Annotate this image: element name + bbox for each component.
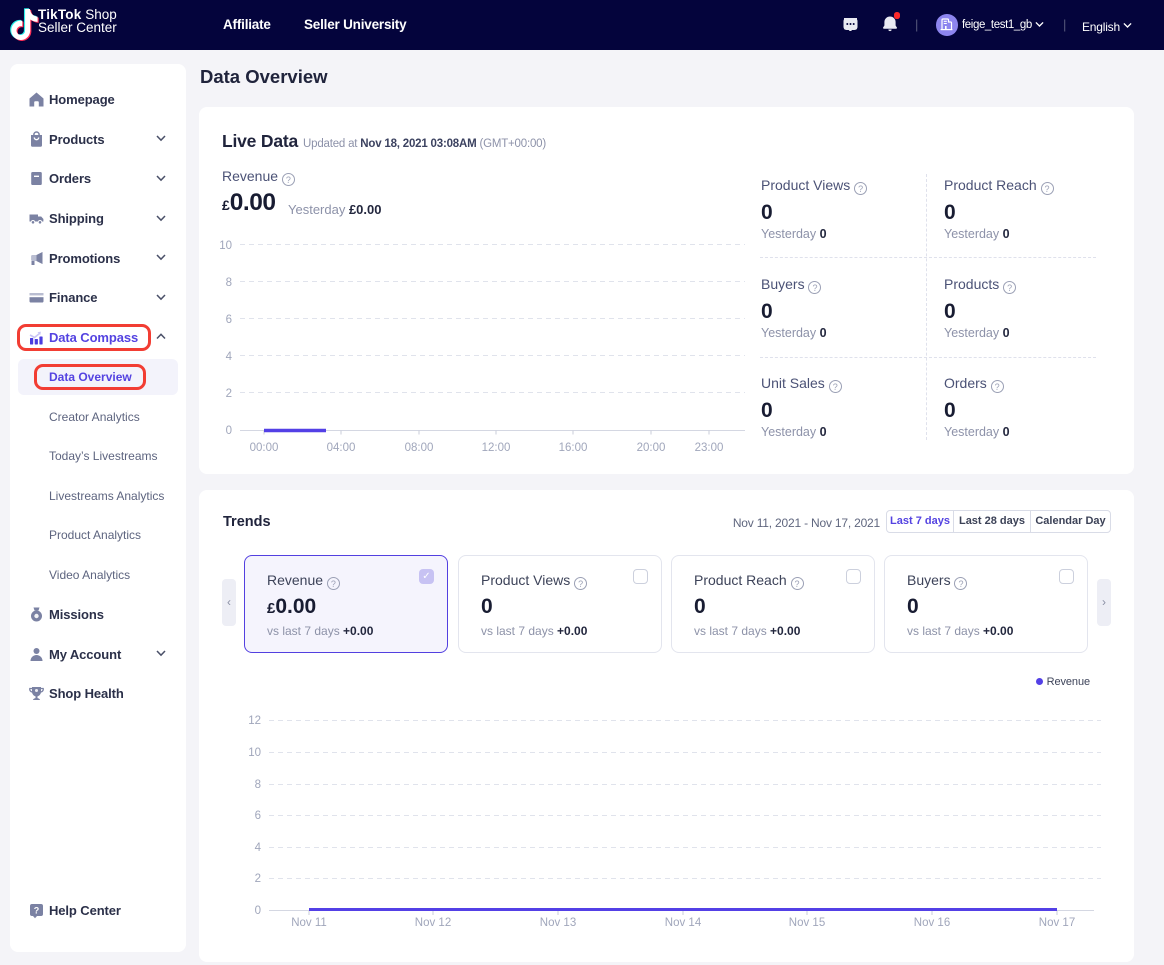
svg-text:12:00: 12:00: [482, 442, 511, 454]
svg-text:8: 8: [226, 277, 232, 289]
svg-text:?: ?: [33, 906, 39, 916]
svg-text:8: 8: [255, 779, 261, 791]
svg-text:Nov 11: Nov 11: [291, 917, 327, 929]
svg-text:Nov 16: Nov 16: [914, 917, 950, 929]
svg-text:10: 10: [248, 747, 261, 759]
svg-text:6: 6: [255, 810, 261, 822]
svg-text:2: 2: [226, 388, 232, 400]
svg-text:6: 6: [226, 314, 232, 326]
svg-text:Nov 13: Nov 13: [540, 917, 576, 929]
svg-text:4: 4: [255, 842, 262, 854]
svg-text:23:00: 23:00: [695, 442, 724, 454]
svg-text:12: 12: [248, 715, 261, 727]
svg-text:Nov 15: Nov 15: [789, 917, 825, 929]
svg-text:Nov 12: Nov 12: [415, 917, 451, 929]
svg-text:Nov 17: Nov 17: [1039, 917, 1075, 929]
svg-text:Nov 14: Nov 14: [665, 917, 702, 929]
svg-text:2: 2: [255, 873, 261, 885]
svg-text:20:00: 20:00: [637, 442, 666, 454]
svg-text:10: 10: [219, 240, 232, 252]
svg-text:4: 4: [226, 351, 233, 363]
svg-text:04:00: 04:00: [327, 442, 356, 454]
svg-text:0: 0: [226, 425, 232, 437]
svg-text:16:00: 16:00: [559, 442, 588, 454]
svg-text:00:00: 00:00: [250, 442, 279, 454]
svg-text:0: 0: [255, 905, 261, 917]
svg-text:08:00: 08:00: [405, 442, 434, 454]
